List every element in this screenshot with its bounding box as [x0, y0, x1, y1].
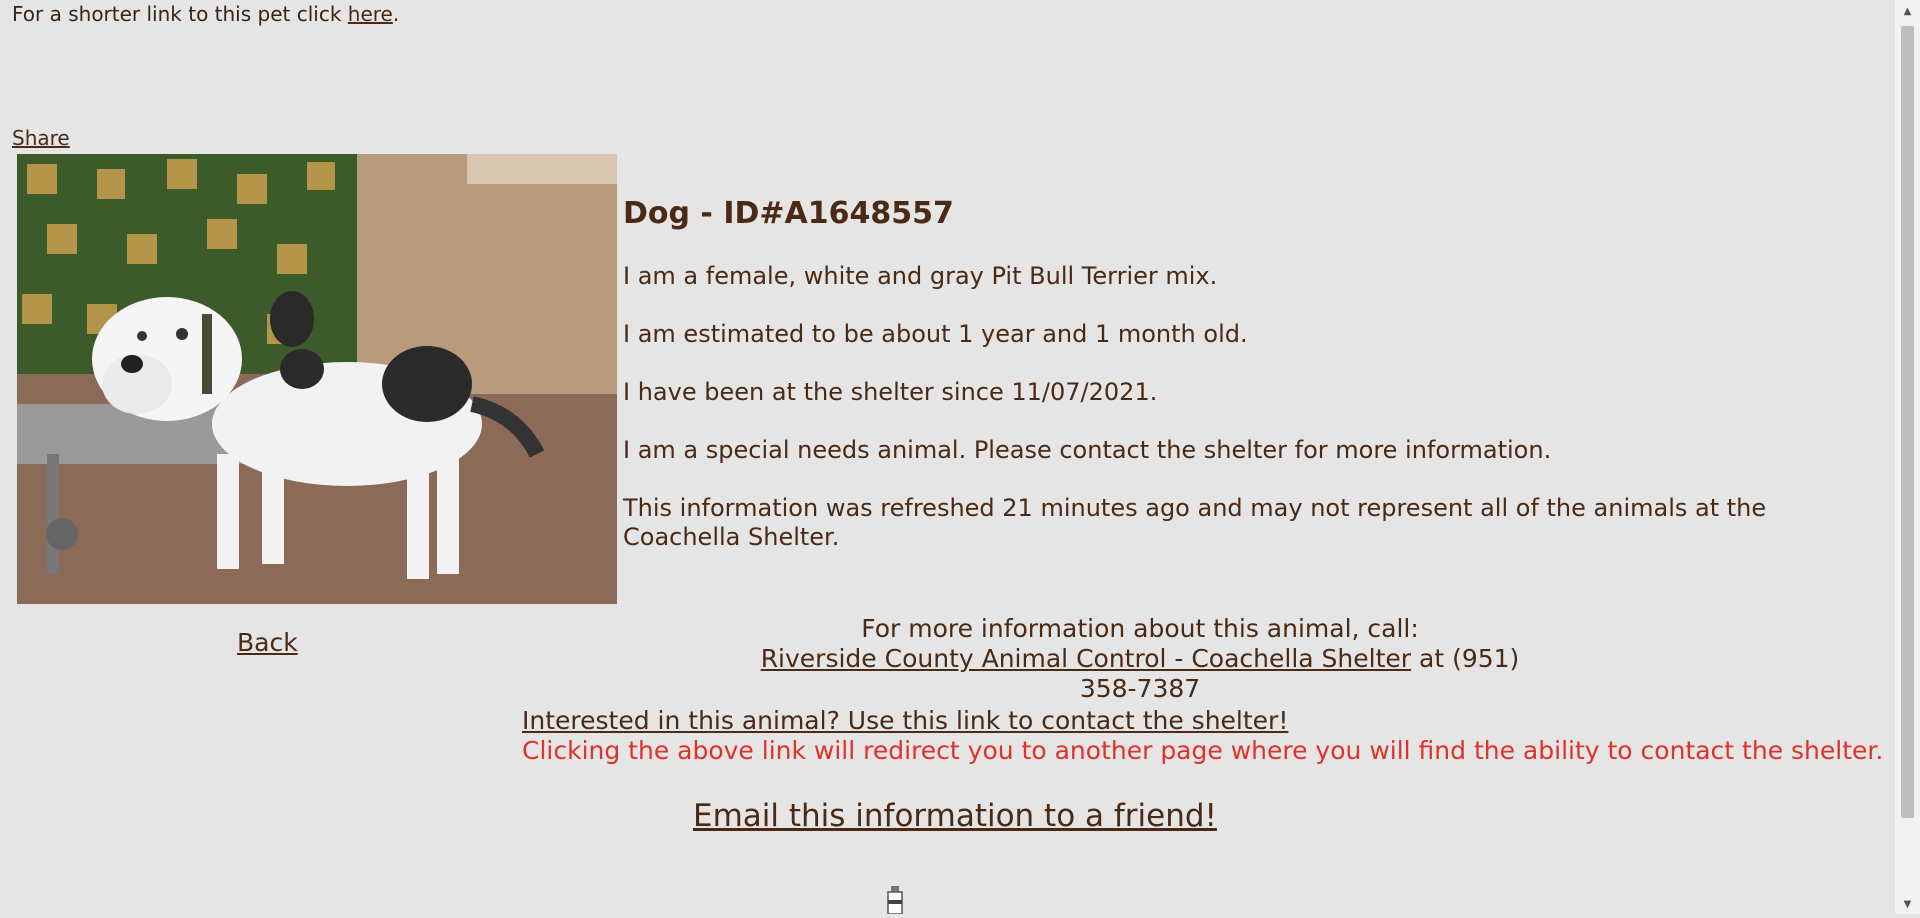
dog-photo	[17, 154, 617, 604]
shorter-link-line: For a shorter link to this pet click her…	[12, 2, 399, 26]
call-prompt: For more information about this animal, …	[861, 614, 1419, 643]
shorter-link-prefix: For a shorter link to this pet click	[12, 2, 348, 26]
shorter-link-suffix: .	[392, 2, 400, 26]
contact-shelter-link[interactable]: Interested in this animal? Use this link…	[522, 706, 1288, 735]
shorter-link-here[interactable]: here	[348, 2, 393, 26]
shelter-line: Riverside County Animal Control - Coache…	[760, 644, 1520, 704]
pet-since: I have been at the shelter since 11/07/2…	[623, 378, 1158, 406]
vertical-scrollbar[interactable]: ▲ ▼	[1895, 0, 1920, 914]
interest-section: Interested in this animal? Use this link…	[522, 706, 1883, 766]
pet-description: I am a female, white and gray Pit Bull T…	[623, 262, 1218, 290]
pet-title: Dog - ID#A1648557	[623, 196, 954, 231]
email-friend-link[interactable]: Email this information to a friend!	[693, 798, 1217, 834]
pet-details: Dog - ID#A1648557 I am a female, white a…	[623, 196, 1823, 581]
back-link[interactable]: Back	[237, 628, 298, 657]
loading-icon	[886, 886, 904, 915]
dog-photo-illustration	[17, 154, 617, 604]
pet-age: I am estimated to be about 1 year and 1 …	[623, 320, 1248, 348]
call-info: For more information about this animal, …	[760, 614, 1520, 704]
pet-special-needs: I am a special needs animal. Please cont…	[623, 436, 1552, 464]
share-link[interactable]: Share	[12, 126, 70, 150]
pet-refresh-note: This information was refreshed 21 minute…	[623, 494, 1767, 551]
scroll-down-icon[interactable]: ▼	[1895, 899, 1920, 910]
redirect-notice: Clicking the above link will redirect yo…	[522, 736, 1884, 765]
scroll-up-icon[interactable]: ▲	[1895, 6, 1920, 17]
shelter-link[interactable]: Riverside County Animal Control - Coache…	[761, 644, 1411, 673]
scroll-thumb[interactable]	[1901, 26, 1914, 818]
